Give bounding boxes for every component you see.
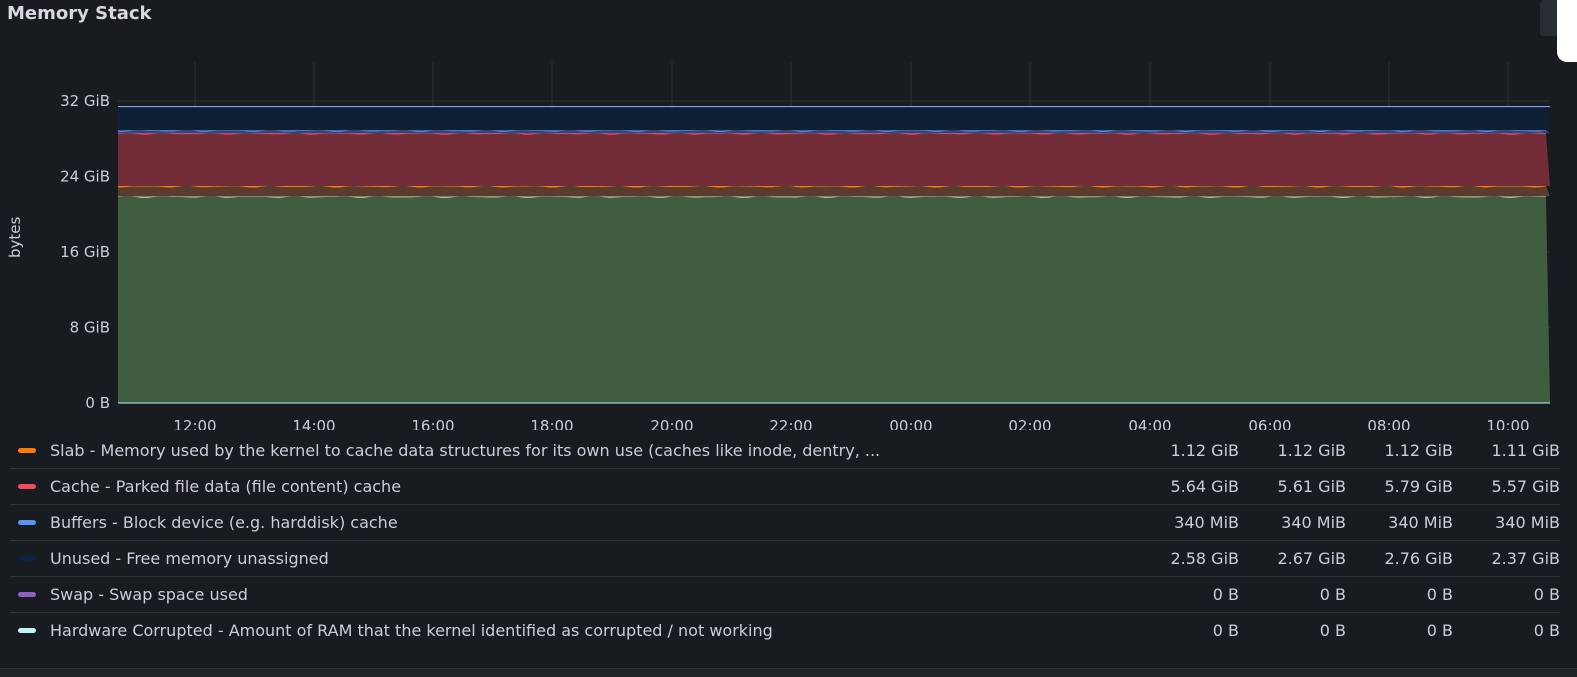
legend-value: 5.64 GiB	[1170, 477, 1239, 496]
legend-value: 5.57 GiB	[1491, 477, 1560, 496]
x-tick-label: 00:00	[889, 417, 932, 430]
legend-value: 340 MiB	[1174, 513, 1239, 532]
legend-value: 1.11 GiB	[1491, 441, 1560, 460]
legend-value: 0 B	[1533, 621, 1560, 640]
legend-value: 0 B	[1212, 585, 1239, 604]
legend-values: 2.58 GiB 2.67 GiB 2.76 GiB 2.37 GiB	[1119, 541, 1560, 576]
y-tick-label: 8 GiB	[70, 319, 110, 337]
legend-swatch	[18, 628, 36, 633]
legend-value: 1.12 GiB	[1277, 441, 1346, 460]
legend-row[interactable]: Buffers - Block device (e.g. harddisk) c…	[10, 505, 1560, 541]
legend-values: 5.64 GiB 5.61 GiB 5.79 GiB 5.57 GiB	[1119, 469, 1560, 504]
x-tick-label: 16:00	[411, 417, 454, 430]
legend-values: 1.12 GiB 1.12 GiB 1.12 GiB 1.11 GiB	[1119, 433, 1560, 468]
legend-values: 0 B 0 B 0 B 0 B	[1119, 613, 1560, 648]
legend-value: 5.61 GiB	[1277, 477, 1346, 496]
legend-swatch	[18, 592, 36, 597]
x-tick-label: 14:00	[292, 417, 335, 430]
legend-values: 0 B 0 B 0 B 0 B	[1119, 577, 1560, 612]
legend-value: 1.12 GiB	[1170, 441, 1239, 460]
legend-row[interactable]: Cache - Parked file data (file content) …	[10, 469, 1560, 505]
legend-value: 1.12 GiB	[1384, 441, 1453, 460]
x-tick-label: 18:00	[530, 417, 573, 430]
legend-table: Slab - Memory used by the kernel to cach…	[10, 433, 1560, 648]
legend-value: 0 B	[1319, 585, 1346, 604]
legend-swatch	[18, 448, 36, 453]
x-tick-label: 20:00	[650, 417, 693, 430]
legend-value: 2.37 GiB	[1491, 549, 1560, 568]
legend-series-name[interactable]: Swap - Swap space used	[50, 585, 248, 604]
legend-series-name[interactable]: Unused - Free memory unassigned	[50, 549, 329, 568]
y-tick-label: 32 GiB	[60, 92, 110, 110]
x-tick-label: 22:00	[769, 417, 812, 430]
legend-row[interactable]: Swap - Swap space used 0 B 0 B 0 B 0 B	[10, 577, 1560, 613]
legend-swatch	[18, 520, 36, 525]
x-tick-label: 12:00	[173, 417, 216, 430]
legend-value: 0 B	[1212, 621, 1239, 640]
memory-stack-panel: Memory Stack bytes 0 B8 GiB 16 GiB 24 GiB 3…	[0, 0, 1577, 677]
legend-value: 2.67 GiB	[1277, 549, 1346, 568]
memory-stack-chart[interactable]: 0 B 8 GiB 16 GiB 24 GiB 32 GiB 12:00 14:00 16:0…	[0, 0, 1577, 430]
legend-series-name[interactable]: Buffers - Block device (e.g. harddisk) c…	[50, 513, 398, 532]
legend-value: 0 B	[1426, 585, 1453, 604]
x-tick-label: 04:00	[1128, 417, 1171, 430]
y-tick-label: 24 GiB	[60, 168, 110, 186]
legend-swatch	[18, 556, 36, 561]
legend-series-name[interactable]: Cache - Parked file data (file content) …	[50, 477, 401, 496]
legend-value: 0 B	[1426, 621, 1453, 640]
legend-value: 340 MiB	[1388, 513, 1453, 532]
legend-series-name[interactable]: Hardware Corrupted - Amount of RAM that …	[50, 621, 773, 640]
legend-row[interactable]: Unused - Free memory unassigned 2.58 GiB 2…	[10, 541, 1560, 577]
x-tick-label: 10:00	[1486, 417, 1529, 430]
area-cache	[118, 132, 1550, 186]
area-unused	[118, 106, 1550, 131]
legend-value: 2.76 GiB	[1384, 549, 1453, 568]
legend-value: 340 MiB	[1495, 513, 1560, 532]
legend-values: 340 MiB 340 MiB 340 MiB 340 MiB	[1119, 505, 1560, 540]
legend-row[interactable]: Slab - Memory used by the kernel to cach…	[10, 433, 1560, 469]
legend-value: 0 B	[1319, 621, 1346, 640]
legend-swatch	[18, 484, 36, 489]
legend-row[interactable]: Hardware Corrupted - Amount of RAM that …	[10, 613, 1560, 648]
legend-value: 5.79 GiB	[1384, 477, 1453, 496]
legend-value: 2.58 GiB	[1170, 549, 1239, 568]
x-tick-label: 02:00	[1008, 417, 1051, 430]
x-tick-label: 06:00	[1248, 417, 1291, 430]
x-tick-label: 08:00	[1367, 417, 1410, 430]
legend-value: 340 MiB	[1281, 513, 1346, 532]
legend-series-name[interactable]: Slab - Memory used by the kernel to cach…	[50, 441, 880, 460]
legend-value: 0 B	[1533, 585, 1560, 604]
y-tick-label: 0 B	[85, 394, 110, 412]
area-used	[118, 195, 1550, 403]
y-tick-label: 16 GiB	[60, 243, 110, 261]
